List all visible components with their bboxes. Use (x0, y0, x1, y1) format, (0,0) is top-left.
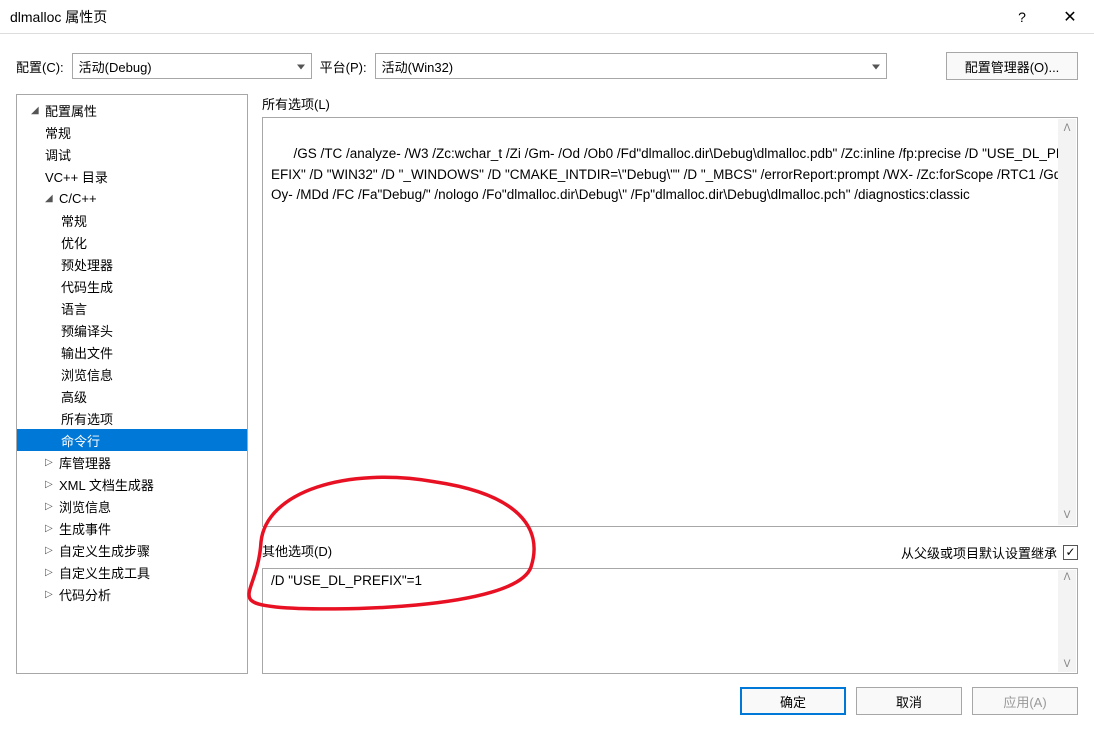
scroll-up-icon: ᐱ (1064, 572, 1071, 583)
configuration-label: 配置(C): (16, 57, 64, 76)
expander-right-icon: ▷ (45, 523, 57, 534)
all-options-text: /GS /TC /analyze- /W3 /Zc:wchar_t /Zi /G… (271, 146, 1069, 202)
tree-root-config[interactable]: ◢配置属性 (17, 99, 247, 121)
tree-item-custombuildtool[interactable]: ▷自定义生成工具 (17, 561, 247, 583)
configuration-dropdown[interactable]: 活动(Debug) (72, 53, 312, 79)
right-pane: 所有选项(L) /GS /TC /analyze- /W3 /Zc:wchar_… (262, 94, 1078, 674)
titlebar: dlmalloc 属性页 ? ✕ (0, 0, 1094, 34)
inherit-label: 从父级或项目默认设置继承 (901, 543, 1057, 562)
tree-item-codeanalysis[interactable]: ▷代码分析 (17, 583, 247, 605)
tree-item-cpp-output[interactable]: 输出文件 (17, 341, 247, 363)
property-tree[interactable]: ◢配置属性 常规 调试 VC++ 目录 ◢C/C++ 常规 优化 预处理器 代码… (16, 94, 248, 674)
expander-right-icon: ▷ (45, 479, 57, 490)
platform-value: 活动(Win32) (382, 57, 454, 76)
tree-item-xmldoc[interactable]: ▷XML 文档生成器 (17, 473, 247, 495)
scroll-down-icon: ᐯ (1064, 508, 1071, 523)
expander-right-icon: ▷ (45, 567, 57, 578)
tree-item-cpp-preprocessor[interactable]: 预处理器 (17, 253, 247, 275)
apply-button[interactable]: 应用(A) (972, 687, 1078, 715)
tree-item-cpp-optimization[interactable]: 优化 (17, 231, 247, 253)
main-area: ◢配置属性 常规 调试 VC++ 目录 ◢C/C++ 常规 优化 预处理器 代码… (0, 94, 1094, 674)
tree-item-cpp-language[interactable]: 语言 (17, 297, 247, 319)
other-options-text: /D "USE_DL_PREFIX"=1 (271, 573, 422, 588)
configuration-value: 活动(Debug) (79, 57, 152, 76)
window-title: dlmalloc 属性页 (10, 7, 998, 27)
scroll-up-icon: ᐱ (1064, 121, 1071, 136)
expander-right-icon: ▷ (45, 545, 57, 556)
tree-item-cpp-pch[interactable]: 预编译头 (17, 319, 247, 341)
tree-item-debugging[interactable]: 调试 (17, 143, 247, 165)
expander-down-icon: ◢ (45, 193, 57, 204)
expander-right-icon: ▷ (45, 501, 57, 512)
tree-item-librarian[interactable]: ▷库管理器 (17, 451, 247, 473)
expander-down-icon: ◢ (31, 105, 43, 116)
tree-item-cpp-cmdline[interactable]: 命令行 (17, 429, 247, 451)
all-options-textarea[interactable]: /GS /TC /analyze- /W3 /Zc:wchar_t /Zi /G… (262, 117, 1078, 527)
tree-item-browseinfo[interactable]: ▷浏览信息 (17, 495, 247, 517)
ok-button[interactable]: 确定 (740, 687, 846, 715)
platform-label: 平台(P): (320, 57, 367, 76)
scroll-down-icon: ᐯ (1064, 659, 1071, 670)
other-options-textarea[interactable]: /D "USE_DL_PREFIX"=1 ᐱ ᐯ (262, 568, 1078, 674)
inherit-checkbox[interactable]: ✓ (1063, 545, 1078, 560)
tree-item-cpp-advanced[interactable]: 高级 (17, 385, 247, 407)
close-button[interactable]: ✕ (1046, 0, 1094, 34)
platform-dropdown[interactable]: 活动(Win32) (375, 53, 887, 79)
config-toolbar: 配置(C): 活动(Debug) 平台(P): 活动(Win32) 配置管理器(… (0, 34, 1094, 94)
tree-item-buildevents[interactable]: ▷生成事件 (17, 517, 247, 539)
tree-item-general[interactable]: 常规 (17, 121, 247, 143)
vscrollbar[interactable]: ᐱ ᐯ (1058, 570, 1076, 672)
tree-item-cpp[interactable]: ◢C/C++ (17, 187, 247, 209)
tree-item-cpp-codegen[interactable]: 代码生成 (17, 275, 247, 297)
expander-right-icon: ▷ (45, 457, 57, 468)
tree-item-cpp-general[interactable]: 常规 (17, 209, 247, 231)
tree-item-vcdirs[interactable]: VC++ 目录 (17, 165, 247, 187)
tree-item-custombuildstep[interactable]: ▷自定义生成步骤 (17, 539, 247, 561)
all-options-label: 所有选项(L) (262, 94, 1078, 113)
configuration-manager-button[interactable]: 配置管理器(O)... (946, 52, 1078, 80)
tree-item-cpp-browse[interactable]: 浏览信息 (17, 363, 247, 385)
help-button[interactable]: ? (998, 0, 1046, 34)
expander-right-icon: ▷ (45, 589, 57, 600)
cancel-button[interactable]: 取消 (856, 687, 962, 715)
tree-item-cpp-alloptions[interactable]: 所有选项 (17, 407, 247, 429)
other-options-label: 其他选项(D) (262, 541, 332, 560)
vscrollbar[interactable]: ᐱ ᐯ (1058, 119, 1076, 525)
footer-buttons: 确定 取消 应用(A) (740, 687, 1078, 715)
